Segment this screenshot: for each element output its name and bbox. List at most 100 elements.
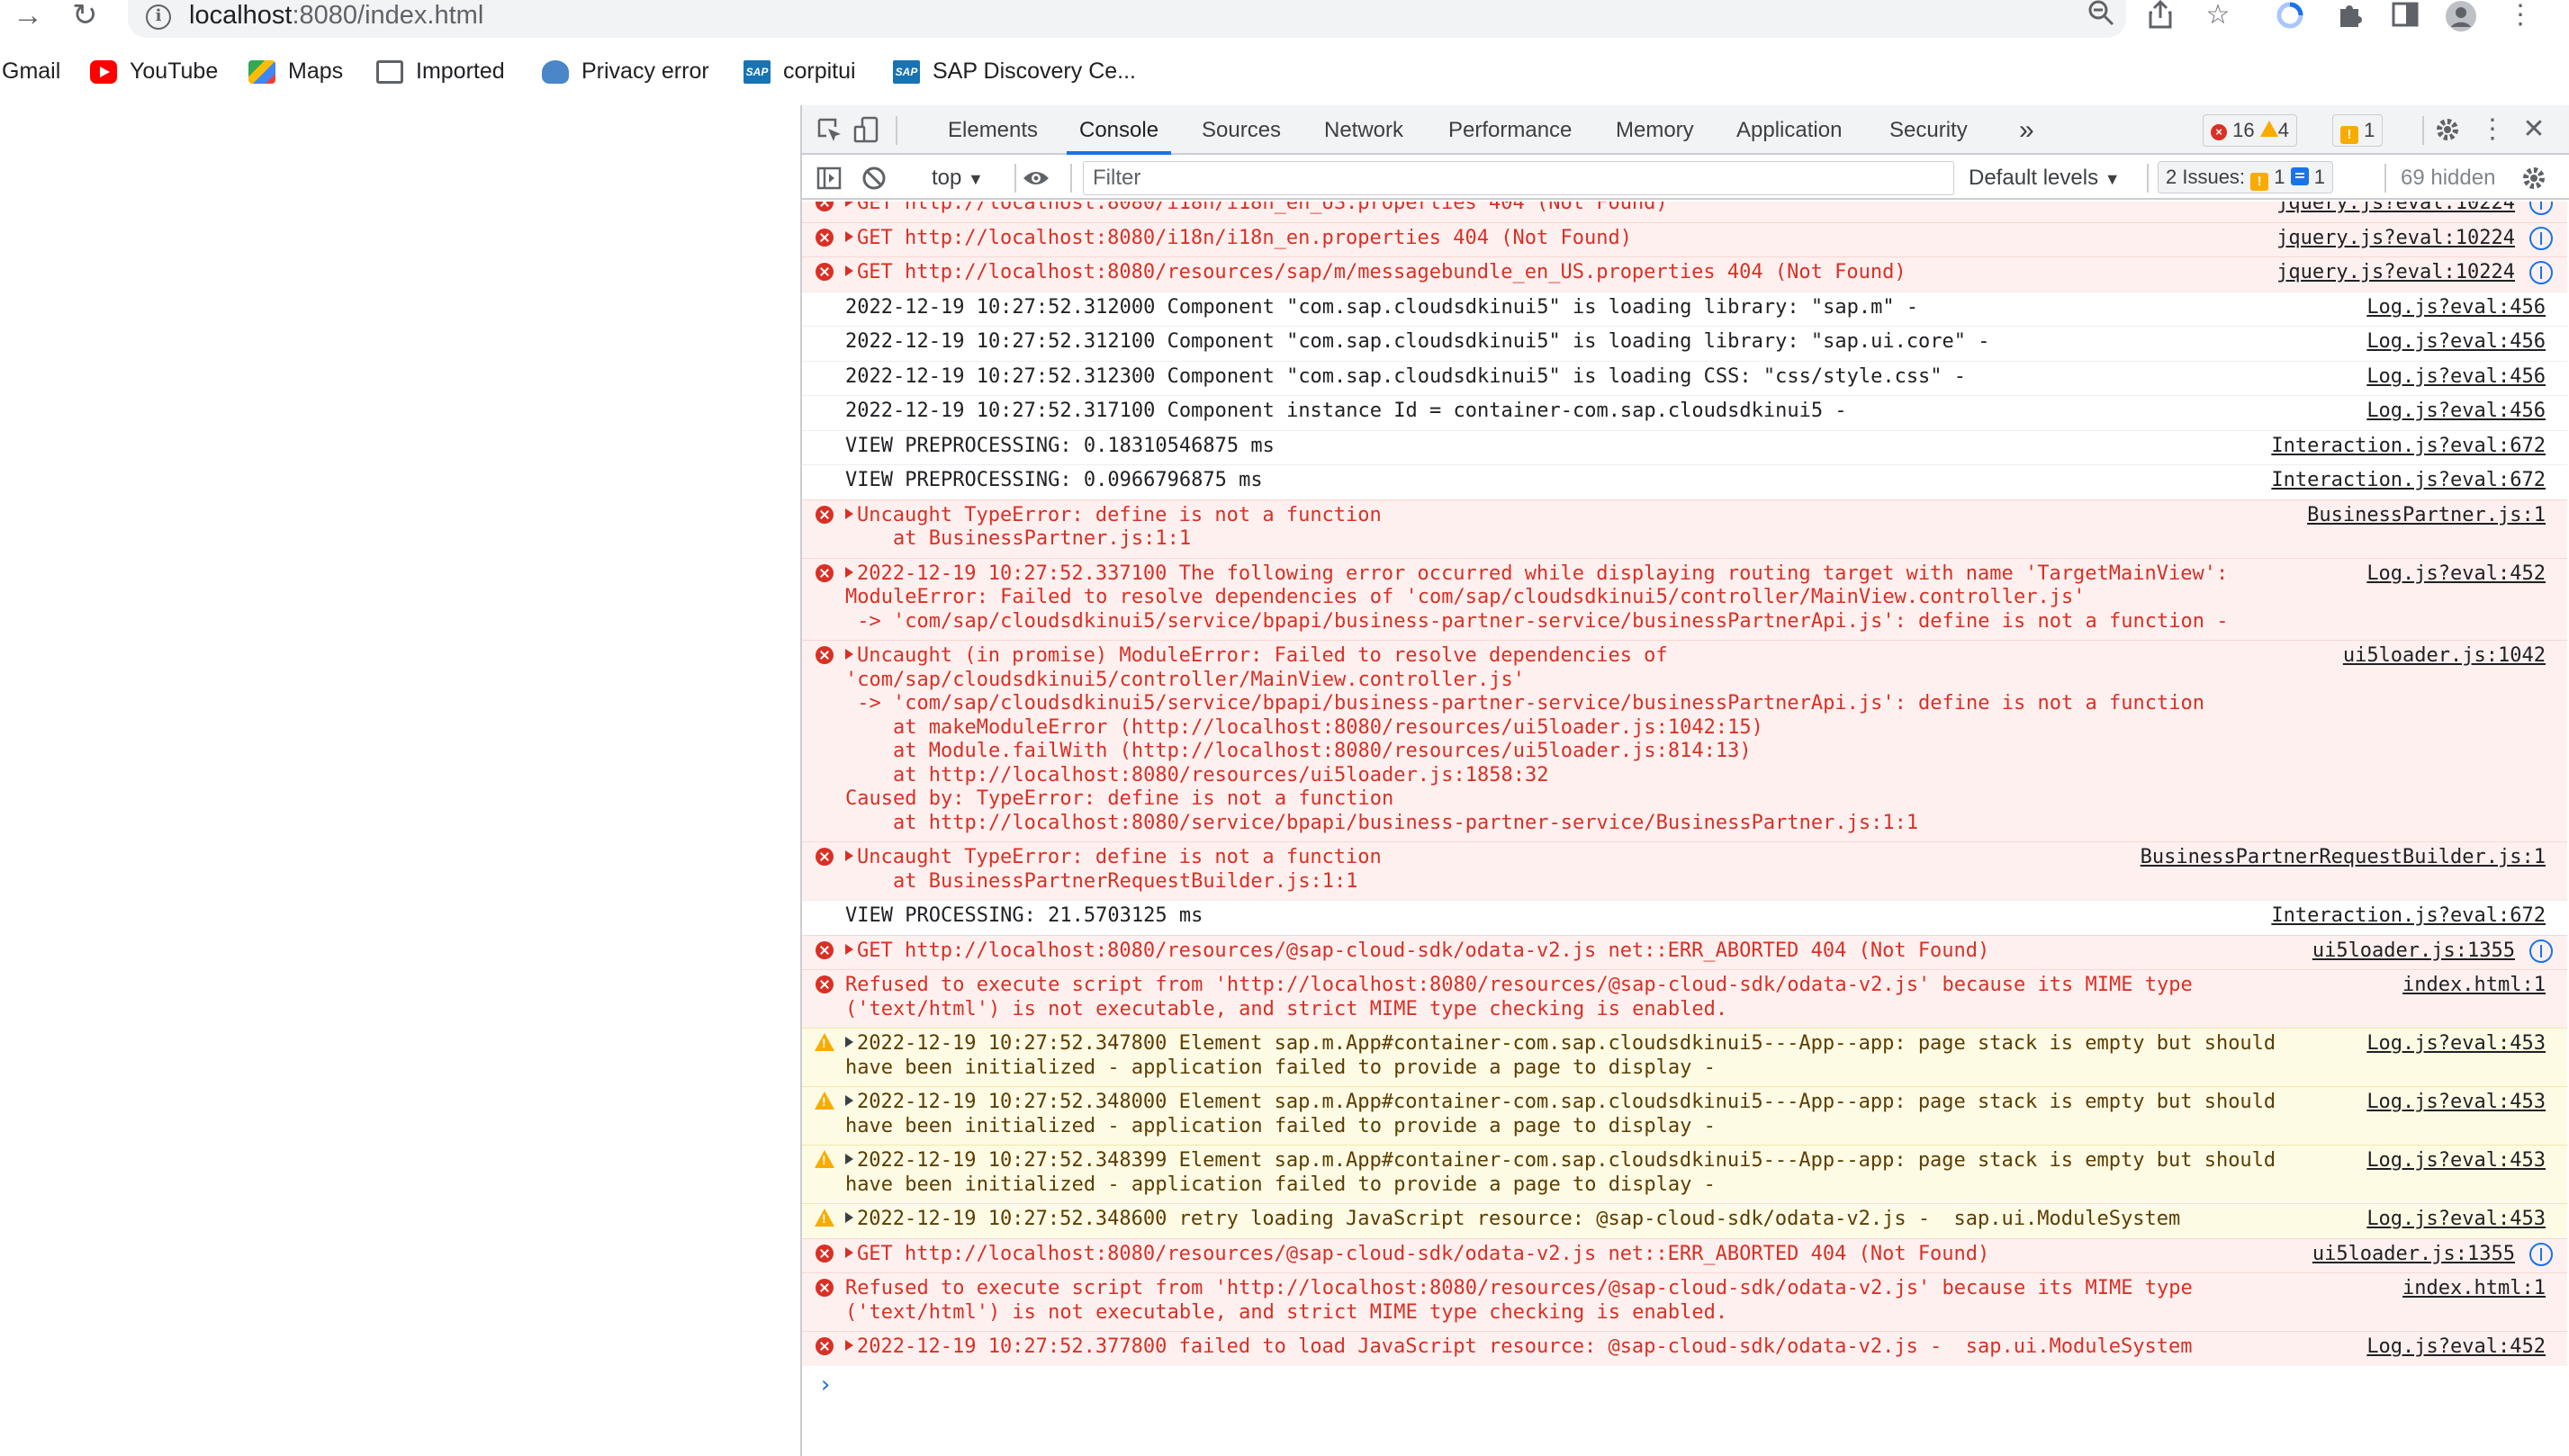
sidebar-toggle-icon[interactable] — [815, 165, 843, 192]
console-row-err[interactable]: 2022-12-19 10:27:52.337100 The following… — [802, 557, 2567, 640]
console-filter-input[interactable]: Filter — [1083, 161, 1954, 195]
expand-triangle-icon[interactable] — [845, 202, 853, 207]
console-row-warn[interactable]: 2022-12-19 10:27:52.347800 Element sap.m… — [802, 1028, 2567, 1086]
source-link[interactable]: jquery.js?eval:10224 — [2276, 261, 2515, 285]
expand-triangle-icon[interactable] — [845, 1154, 853, 1164]
tab-sources[interactable]: Sources — [1202, 105, 1281, 155]
network-request-icon[interactable] — [2529, 202, 2553, 215]
console-row-warn[interactable]: 2022-12-19 10:27:52.348399 Element sap.m… — [802, 1145, 2567, 1203]
expand-triangle-icon[interactable] — [845, 1037, 853, 1047]
expand-triangle-icon[interactable] — [845, 566, 853, 578]
expand-triangle-icon[interactable] — [845, 1212, 853, 1223]
console-row-warn[interactable]: 2022-12-19 10:27:52.348000 Element sap.m… — [802, 1086, 2567, 1145]
source-link[interactable]: Log.js?eval:453 — [2366, 1091, 2546, 1115]
source-link[interactable]: Log.js?eval:453 — [2366, 1149, 2546, 1173]
expand-triangle-icon[interactable] — [845, 230, 853, 242]
source-link[interactable]: jquery.js?eval:10224 — [2276, 227, 2515, 251]
console-row-err[interactable]: Uncaught TypeError: define is not a func… — [802, 841, 2567, 900]
tab-application[interactable]: Application — [1736, 105, 1842, 155]
console-row-warn[interactable]: 2022-12-19 10:27:52.348600 retry loading… — [802, 1203, 2567, 1238]
tab-security[interactable]: Security — [1889, 105, 1968, 155]
context-selector[interactable]: top ▼ — [932, 157, 984, 200]
source-link[interactable]: Log.js?eval:456 — [2366, 330, 2546, 355]
expand-triangle-icon[interactable] — [845, 265, 853, 276]
source-link[interactable]: Interaction.js?eval:672 — [2271, 904, 2546, 929]
console-row-err[interactable]: 2022-12-19 10:27:52.377800 failed to loa… — [802, 1331, 2567, 1366]
bookmark-youtube[interactable]: YouTube — [90, 50, 218, 92]
expand-triangle-icon[interactable] — [845, 1095, 853, 1106]
console-row-err[interactable]: Refused to execute script from 'http://l… — [802, 969, 2567, 1028]
source-link[interactable]: Log.js?eval:453 — [2366, 1208, 2546, 1232]
network-request-icon[interactable] — [2529, 226, 2553, 250]
network-request-icon[interactable] — [2529, 1242, 2553, 1266]
issues-badge[interactable]: ! 1 — [2332, 114, 2384, 147]
more-tabs-icon[interactable]: » — [2019, 105, 2034, 155]
bookmark-privacy-error[interactable]: Privacy error — [542, 50, 709, 92]
console-row-log[interactable]: 2022-12-19 10:27:52.312000 Component "co… — [802, 291, 2567, 326]
expand-triangle-icon[interactable] — [845, 1340, 853, 1351]
console-row-log[interactable]: VIEW PREPROCESSING: 0.0966796875 ms Inter… — [802, 464, 2567, 499]
console-row-err[interactable]: GET http://localhost:8080/i18n/i18n_en.p… — [802, 221, 2567, 256]
extensions-puzzle-icon[interactable] — [2331, 0, 2367, 32]
expand-triangle-icon[interactable] — [845, 508, 853, 519]
live-expression-eye-icon[interactable] — [1022, 165, 1050, 192]
source-link[interactable]: ui5loader.js:1042 — [2343, 644, 2546, 669]
console-row-log[interactable]: 2022-12-19 10:27:52.312100 Component "co… — [802, 326, 2567, 361]
console-settings-gear-icon[interactable] — [2519, 165, 2548, 192]
expand-triangle-icon[interactable] — [845, 943, 853, 955]
source-link[interactable]: BusinessPartner.js:1 — [2307, 504, 2546, 528]
forward-arrow-icon[interactable]: → — [13, 0, 43, 32]
log-levels-dropdown[interactable]: Default levels ▼ — [1969, 157, 2121, 200]
console-row-err[interactable]: GET http://localhost:8080/resources/@sap… — [802, 934, 2567, 969]
console-row-err[interactable]: Refused to execute script from 'http://l… — [802, 1272, 2567, 1331]
console-row-log[interactable]: 2022-12-19 10:27:52.317100 Component ins… — [802, 395, 2567, 430]
expand-triangle-icon[interactable] — [845, 1246, 853, 1258]
share-icon[interactable] — [2142, 0, 2178, 32]
source-link[interactable]: jquery.js?eval:10224 — [2276, 202, 2515, 216]
console-row-log[interactable]: 2022-12-19 10:27:52.312300 Component "co… — [802, 360, 2567, 395]
source-link[interactable]: Interaction.js?eval:672 — [2271, 469, 2546, 493]
source-link[interactable]: index.html:1 — [2402, 1277, 2546, 1301]
source-link[interactable]: Log.js?eval:452 — [2366, 1335, 2546, 1360]
network-request-icon[interactable] — [2529, 261, 2553, 284]
bookmark-star-icon[interactable]: ☆ — [2200, 0, 2236, 32]
side-panel-icon[interactable] — [2387, 0, 2423, 32]
tab-elements[interactable]: Elements — [948, 105, 1038, 155]
console-row-err[interactable]: GET http://localhost:8080/resources/@sap… — [802, 1237, 2567, 1272]
source-link[interactable]: ui5loader.js:1355 — [2312, 939, 2515, 964]
source-link[interactable]: Log.js?eval:456 — [2366, 400, 2546, 424]
url-text[interactable]: localhost:8080/index.html — [189, 0, 483, 31]
bookmark-sap-discovery[interactable]: SAP SAP Discovery Ce... — [893, 50, 1136, 92]
console-row-err[interactable]: GET http://localhost:8080/resources/sap/… — [802, 256, 2567, 292]
console-row-err[interactable]: Uncaught TypeError: define is not a func… — [802, 499, 2567, 558]
expand-triangle-icon[interactable] — [845, 850, 853, 861]
clear-console-icon[interactable] — [860, 165, 888, 192]
tab-network[interactable]: Network — [1324, 105, 1403, 155]
inspect-element-icon[interactable] — [815, 116, 843, 143]
close-devtools-icon[interactable]: ✕ — [2519, 116, 2548, 143]
source-link[interactable]: Log.js?eval:452 — [2366, 562, 2546, 587]
network-request-icon[interactable] — [2529, 939, 2553, 963]
console-row-log[interactable]: VIEW PROCESSING: 21.5703125 ms Interactio… — [802, 900, 2567, 935]
bookmark-maps[interactable]: Maps — [248, 50, 343, 92]
source-link[interactable]: ui5loader.js:1355 — [2312, 1243, 2515, 1267]
zoom-icon[interactable] — [2083, 0, 2119, 31]
profile-avatar-icon[interactable] — [2443, 0, 2479, 32]
reload-icon[interactable]: ↻ — [72, 0, 98, 32]
source-link[interactable]: BusinessPartnerRequestBuilder.js:1 — [2141, 846, 2546, 870]
bookmark-imported-folder[interactable]: Imported — [376, 50, 505, 92]
tab-console[interactable]: Console — [1066, 105, 1172, 155]
extension-spinner-icon[interactable] — [2272, 0, 2308, 32]
issues-button[interactable]: 2 Issues: ! 1 1 — [2158, 161, 2334, 193]
source-link[interactable]: Log.js?eval:456 — [2366, 296, 2546, 320]
source-link[interactable]: index.html:1 — [2402, 974, 2546, 998]
settings-gear-icon[interactable] — [2433, 116, 2462, 143]
console-prompt-icon[interactable]: › — [818, 1371, 833, 1398]
device-toolbar-icon[interactable] — [852, 116, 881, 143]
devtools-menu-icon[interactable]: ⋮ — [2478, 116, 2507, 143]
expand-triangle-icon[interactable] — [845, 649, 853, 660]
console-row-err[interactable]: Uncaught (in promise) ModuleError: Faile… — [802, 640, 2567, 841]
tab-memory[interactable]: Memory — [1616, 105, 1694, 155]
browser-menu-icon[interactable]: ⋮ — [2502, 0, 2538, 32]
source-link[interactable]: Log.js?eval:456 — [2366, 365, 2546, 390]
